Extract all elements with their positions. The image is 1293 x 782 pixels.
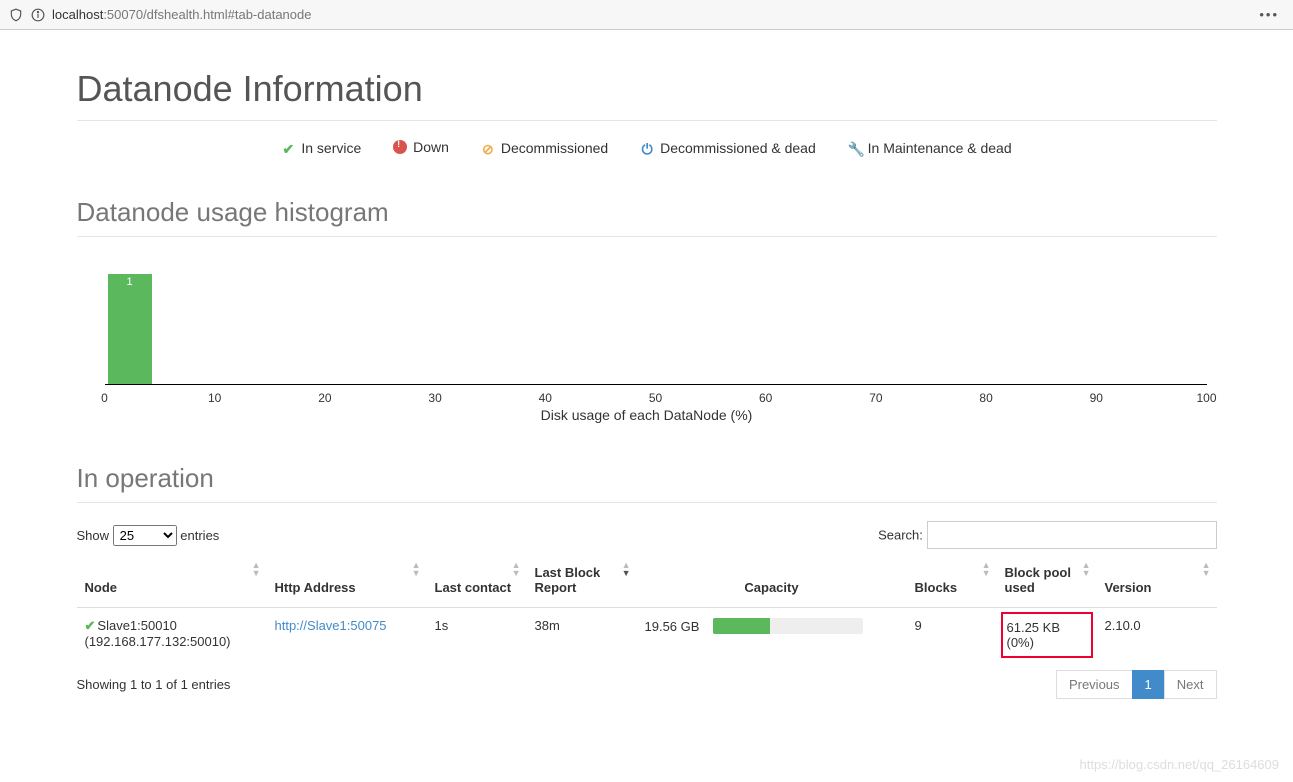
- sort-icon: [512, 561, 521, 577]
- legend-label: Down: [413, 139, 449, 155]
- col-http[interactable]: Http Address: [267, 555, 427, 608]
- legend-label: Decommissioned: [501, 140, 608, 156]
- col-node[interactable]: Node: [77, 555, 267, 608]
- col-last-block[interactable]: Last Block Report: [527, 555, 637, 608]
- chart-x-axis: [105, 384, 1207, 385]
- down-icon: [393, 140, 407, 154]
- slash-icon: ⊘: [481, 141, 495, 155]
- chart-x-label: Disk usage of each DataNode (%): [77, 407, 1217, 423]
- col-version[interactable]: Version: [1097, 555, 1217, 608]
- url-text[interactable]: localhost:50070/dfshealth.html#tab-datan…: [52, 7, 1253, 22]
- chart-tick: 40: [539, 391, 552, 405]
- col-capacity[interactable]: Capacity: [637, 555, 907, 608]
- col-last-contact[interactable]: Last contact: [427, 555, 527, 608]
- shield-icon: [8, 7, 24, 23]
- browser-address-bar: localhost:50070/dfshealth.html#tab-datan…: [0, 0, 1293, 30]
- divider: [77, 236, 1217, 237]
- chart-tick: 70: [869, 391, 882, 405]
- sort-icon: [1082, 561, 1091, 577]
- length-select[interactable]: 25: [113, 525, 177, 546]
- bpu-pct: (0%): [1007, 635, 1034, 650]
- length-label-pre: Show: [77, 528, 110, 543]
- pager-prev[interactable]: Previous: [1056, 670, 1133, 699]
- pager: Previous 1 Next: [1057, 670, 1217, 699]
- watermark: https://blog.csdn.net/qq_26164609: [1080, 757, 1280, 772]
- sort-icon: [252, 561, 261, 577]
- url-path: :50070/dfshealth.html#tab-datanode: [103, 7, 311, 22]
- capacity-text: 19.56 GB: [645, 619, 700, 634]
- legend-label: In Maintenance & dead: [868, 140, 1012, 156]
- menu-dots-icon[interactable]: •••: [1253, 7, 1285, 22]
- histogram-bar: 1: [108, 274, 152, 384]
- node-name: Slave1:50010: [97, 618, 177, 633]
- capacity-bar: [713, 618, 863, 634]
- length-label-post: entries: [180, 528, 219, 543]
- search-control: Search:: [878, 521, 1216, 549]
- chart-tick: 20: [318, 391, 331, 405]
- page-title: Datanode Information: [77, 68, 1217, 110]
- histogram-heading: Datanode usage histogram: [77, 197, 1217, 228]
- bar-value: 1: [108, 274, 152, 288]
- bpu-size: 61.25 KB: [1007, 620, 1061, 635]
- node-sub: (192.168.177.132:50010): [85, 634, 231, 649]
- check-icon: ✔: [85, 618, 96, 633]
- divider: [77, 120, 1217, 121]
- bpu-highlight: 61.25 KB (0%): [1001, 612, 1093, 658]
- chart-tick: 100: [1196, 391, 1216, 405]
- col-blocks[interactable]: Blocks: [907, 555, 997, 608]
- status-legend: ✔ In service Down ⊘ Decommissioned ⏻ Decomm…: [77, 139, 1217, 157]
- table-row: ✔Slave1:50010 (192.168.177.132:50010) ht…: [77, 608, 1217, 663]
- sort-icon: [982, 561, 991, 577]
- legend-down: Down: [393, 139, 449, 155]
- chart-tick: 10: [208, 391, 221, 405]
- check-icon: ✔: [281, 141, 295, 155]
- power-icon: ⏻: [640, 141, 654, 155]
- divider: [77, 502, 1217, 503]
- cell-blocks: 9: [907, 608, 997, 663]
- chart-tick: 80: [979, 391, 992, 405]
- legend-decom-dead: ⏻ Decommissioned & dead: [640, 140, 816, 156]
- cell-version: 2.10.0: [1097, 608, 1217, 663]
- pager-page-1[interactable]: 1: [1132, 670, 1165, 699]
- capacity-fill: [713, 618, 770, 634]
- url-host: localhost: [52, 7, 103, 22]
- search-label: Search:: [878, 528, 923, 543]
- cell-http: http://Slave1:50075: [267, 608, 427, 663]
- sort-icon: [412, 561, 421, 577]
- histogram-chart: 1 0 10 20 30 40 50 60 70 80 90 100: [77, 255, 1217, 405]
- chart-tick: 30: [428, 391, 441, 405]
- length-control: Show 25 entries: [77, 525, 220, 546]
- chart-tick: 0: [101, 391, 108, 405]
- legend-label: Decommissioned & dead: [660, 140, 816, 156]
- sort-icon: [622, 561, 631, 577]
- chart-tick: 50: [649, 391, 662, 405]
- cell-node: ✔Slave1:50010 (192.168.177.132:50010): [77, 608, 267, 663]
- search-input[interactable]: [927, 521, 1217, 549]
- legend-in-service: ✔ In service: [281, 140, 361, 156]
- legend-label: In service: [301, 140, 361, 156]
- pager-next[interactable]: Next: [1164, 670, 1217, 699]
- cell-bpu: 61.25 KB (0%): [997, 608, 1097, 663]
- info-icon[interactable]: [30, 7, 46, 23]
- legend-decommissioned: ⊘ Decommissioned: [481, 140, 608, 156]
- http-link[interactable]: http://Slave1:50075: [275, 618, 387, 633]
- sort-icon: [1202, 561, 1211, 577]
- chart-tick: 60: [759, 391, 772, 405]
- datanode-table: Node Http Address Last contact Last Bloc…: [77, 555, 1217, 662]
- cell-capacity: 19.56 GB: [637, 608, 907, 663]
- wrench-icon: 🔧: [848, 141, 862, 155]
- legend-maint-dead: 🔧 In Maintenance & dead: [848, 140, 1012, 156]
- col-bpu[interactable]: Block pool used: [997, 555, 1097, 608]
- table-info: Showing 1 to 1 of 1 entries: [77, 677, 231, 692]
- chart-tick: 90: [1090, 391, 1103, 405]
- cell-last-block: 38m: [527, 608, 637, 663]
- cell-last-contact: 1s: [427, 608, 527, 663]
- operation-heading: In operation: [77, 463, 1217, 494]
